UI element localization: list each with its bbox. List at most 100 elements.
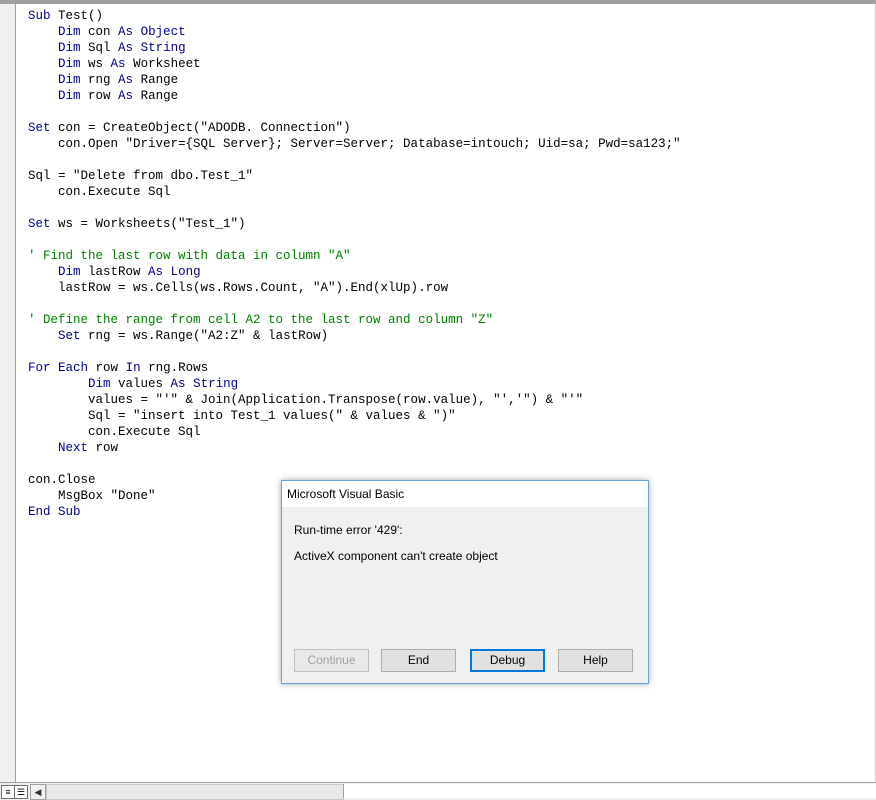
code-line[interactable]: Dim con As Object <box>28 24 681 40</box>
horizontal-scrollbar[interactable] <box>46 784 344 800</box>
code-text: Worksheet <box>125 57 201 71</box>
code-text: row <box>88 441 119 455</box>
code-text: lastRow <box>80 265 149 279</box>
code-keyword: Sub <box>58 505 81 519</box>
bottom-bar: ≡ ☰ ◀ <box>0 782 876 800</box>
status-area <box>343 784 876 798</box>
procedure-view-icon[interactable]: ≡ <box>1 785 15 799</box>
code-line[interactable]: ' Define the range from cell A2 to the l… <box>28 312 681 328</box>
continue-button[interactable]: Continue <box>294 649 369 672</box>
code-line[interactable]: Set rng = ws.Range("A2:Z" & lastRow) <box>28 328 681 344</box>
scroll-left-arrow-icon[interactable]: ◀ <box>30 784 46 800</box>
code-keyword: String <box>140 41 186 55</box>
code-keyword: Dim <box>88 377 111 391</box>
code-text: row <box>88 361 126 375</box>
code-window[interactable]: Sub Test() Dim con As Object Dim Sql As … <box>28 8 681 520</box>
code-keyword: Dim <box>58 73 81 87</box>
code-keyword: Long <box>170 265 201 279</box>
end-button[interactable]: End <box>381 649 456 672</box>
code-keyword: Dim <box>58 57 81 71</box>
code-line[interactable]: Dim values As String <box>28 376 681 392</box>
code-text: rng <box>80 73 119 87</box>
code-keyword: As <box>148 265 164 279</box>
code-keyword: As <box>118 73 134 87</box>
code-text: values = "'" & Join(Application.Transpos… <box>28 393 584 407</box>
code-line[interactable]: Dim lastRow As Long <box>28 264 681 280</box>
code-line[interactable]: Set con = CreateObject("ADODB. Connectio… <box>28 120 681 136</box>
code-line[interactable]: Sql = "Delete from dbo.Test_1" <box>28 168 681 184</box>
code-text: ws <box>80 57 111 71</box>
code-text: rng = ws.Range("A2:Z" & lastRow) <box>80 329 329 343</box>
code-line[interactable]: ' Find the last row with data in column … <box>28 248 681 264</box>
code-line[interactable]: Dim row As Range <box>28 88 681 104</box>
code-text: con.Execute Sql <box>28 185 171 199</box>
code-keyword: String <box>193 377 239 391</box>
code-comment: ' Define the range from cell A2 to the l… <box>28 313 494 327</box>
code-line[interactable]: con.Execute Sql <box>28 424 681 440</box>
code-text: ws = Worksheets("Test_1") <box>50 217 246 231</box>
code-keyword: Set <box>58 329 81 343</box>
code-line[interactable] <box>28 456 681 472</box>
code-line[interactable]: Sql = "insert into Test_1 values(" & val… <box>28 408 681 424</box>
code-text: values <box>110 377 171 391</box>
code-line[interactable] <box>28 344 681 360</box>
code-text: con <box>80 25 119 39</box>
code-keyword: As <box>118 25 134 39</box>
dialog-title: Microsoft Visual Basic <box>282 481 648 507</box>
code-keyword: End <box>28 505 51 519</box>
code-keyword: As <box>118 89 134 103</box>
code-keyword: Dim <box>58 41 81 55</box>
code-keyword: As <box>110 57 126 71</box>
error-code-text: Run-time error '429': <box>294 523 403 537</box>
code-text: Sql <box>80 41 119 55</box>
code-text: Sql = "insert into Test_1 values(" & val… <box>28 409 456 423</box>
code-line[interactable]: lastRow = ws.Cells(ws.Rows.Count, "A").E… <box>28 280 681 296</box>
error-dialog: Microsoft Visual Basic Run-time error '4… <box>281 480 649 684</box>
code-keyword: As <box>118 41 134 55</box>
code-line[interactable] <box>28 232 681 248</box>
debug-button[interactable]: Debug <box>470 649 545 672</box>
full-module-view-icon[interactable]: ☰ <box>14 785 28 799</box>
margin-indicator-bar[interactable] <box>0 4 16 782</box>
code-line[interactable]: Set ws = Worksheets("Test_1") <box>28 216 681 232</box>
code-line[interactable]: Next row <box>28 440 681 456</box>
code-text: con.Open "Driver={SQL Server}; Server=Se… <box>28 137 681 151</box>
code-line[interactable]: Dim Sql As String <box>28 40 681 56</box>
code-keyword: Dim <box>58 25 81 39</box>
code-keyword: Each <box>58 361 89 375</box>
code-line[interactable] <box>28 152 681 168</box>
code-line[interactable] <box>28 200 681 216</box>
help-button[interactable]: Help <box>558 649 633 672</box>
code-line[interactable]: values = "'" & Join(Application.Transpos… <box>28 392 681 408</box>
code-line[interactable]: con.Execute Sql <box>28 184 681 200</box>
code-keyword: Dim <box>58 89 81 103</box>
code-line[interactable]: Sub Test() <box>28 8 681 24</box>
code-line[interactable]: con.Open "Driver={SQL Server}; Server=Se… <box>28 136 681 152</box>
code-line[interactable]: Dim rng As Range <box>28 72 681 88</box>
code-text: rng.Rows <box>140 361 209 375</box>
code-line[interactable]: Dim ws As Worksheet <box>28 56 681 72</box>
code-text: con.Execute Sql <box>28 425 201 439</box>
code-keyword: Dim <box>58 265 81 279</box>
code-keyword: Set <box>28 121 51 135</box>
code-keyword: Set <box>28 217 51 231</box>
window-top-border <box>0 0 876 4</box>
code-line[interactable] <box>28 104 681 120</box>
code-text: lastRow = ws.Cells(ws.Rows.Count, "A").E… <box>28 281 449 295</box>
code-line[interactable] <box>28 296 681 312</box>
code-line[interactable]: For Each row In rng.Rows <box>28 360 681 376</box>
